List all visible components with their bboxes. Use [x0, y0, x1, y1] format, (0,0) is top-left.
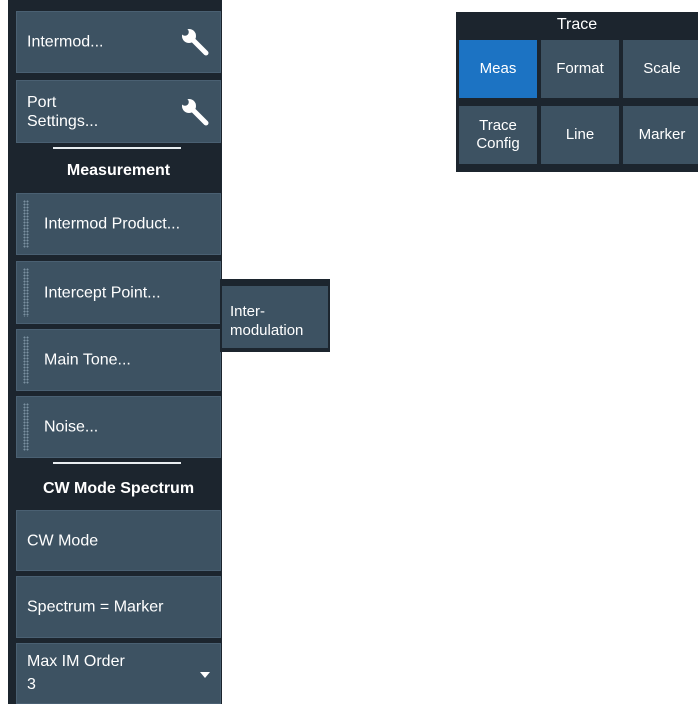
divider — [53, 462, 181, 464]
main-tone-label: Main Tone... — [44, 351, 131, 369]
max-im-order-label: Max IM Order — [27, 653, 125, 670]
max-im-order-dropdown[interactable]: Max IM Order 3 — [16, 643, 221, 704]
cw-mode-spectrum-heading: CW Mode Spectrum — [42, 480, 195, 497]
wrench-icon — [181, 28, 209, 56]
softkey-panel: Intermod... Port Settings... Measurement… — [8, 0, 222, 704]
spectrum-marker-label: Spectrum = Marker — [27, 598, 164, 616]
cw-mode-button[interactable]: CW Mode — [16, 510, 221, 571]
max-im-order-value: 3 — [27, 676, 36, 693]
meas-button[interactable]: Meas — [459, 40, 537, 98]
trace-panel: Trace Meas Format Scale Trace Config Lin… — [456, 12, 698, 172]
intermod-button[interactable]: Intermod... — [16, 11, 221, 73]
format-button[interactable]: Format — [541, 40, 619, 98]
drag-grip-icon[interactable] — [23, 403, 29, 451]
trace-config-button[interactable]: Trace Config — [459, 106, 537, 164]
spectrum-marker-button[interactable]: Spectrum = Marker — [16, 576, 221, 638]
port-settings-button-label: Port Settings... — [27, 93, 99, 130]
drag-grip-icon[interactable] — [23, 268, 29, 317]
drag-grip-icon[interactable] — [23, 200, 29, 248]
intermod-product-label: Intermod Product... — [44, 215, 181, 233]
intermodulation-tab[interactable]: Inter- modulation — [220, 279, 330, 352]
dropdown-caret-icon — [200, 671, 210, 678]
scale-button[interactable]: Scale — [623, 40, 698, 98]
intercept-point-button[interactable]: Intercept Point... — [16, 261, 221, 324]
noise-button[interactable]: Noise... — [16, 396, 221, 458]
marker-button[interactable]: Marker — [623, 106, 698, 164]
line-button[interactable]: Line — [541, 106, 619, 164]
intercept-point-label: Intercept Point... — [44, 284, 161, 301]
drag-grip-icon[interactable] — [23, 336, 29, 384]
intermod-product-button[interactable]: Intermod Product... — [16, 193, 221, 255]
cw-mode-label: CW Mode — [27, 532, 99, 549]
intermod-button-label: Intermod... — [27, 33, 104, 51]
intermodulation-tab-body[interactable]: Inter- modulation — [222, 286, 328, 348]
measurement-heading: Measurement — [66, 162, 171, 179]
wrench-icon — [181, 97, 209, 125]
divider — [53, 147, 181, 149]
port-settings-button[interactable]: Port Settings... — [16, 80, 221, 143]
main-tone-button[interactable]: Main Tone... — [16, 329, 221, 391]
intermodulation-tab-label: Inter- modulation — [230, 303, 304, 339]
noise-label: Noise... — [44, 418, 99, 436]
trace-panel-title: Trace — [556, 16, 598, 33]
